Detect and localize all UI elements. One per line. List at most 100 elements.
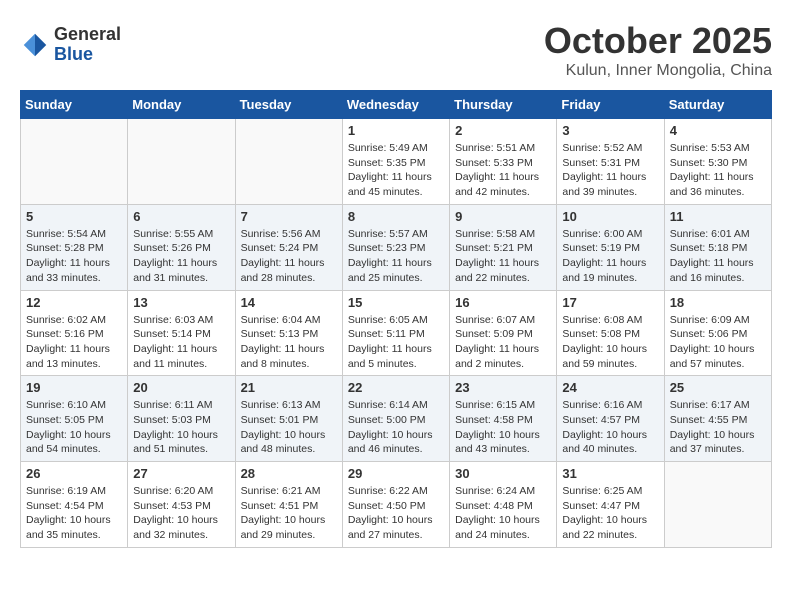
day-info: Sunrise: 6:01 AM Sunset: 5:18 PM Dayligh… xyxy=(670,227,766,286)
day-info: Sunrise: 5:57 AM Sunset: 5:23 PM Dayligh… xyxy=(348,227,444,286)
calendar-day: 7 Sunrise: 5:56 AM Sunset: 5:24 PM Daylig… xyxy=(235,204,342,290)
day-number: 8 xyxy=(348,209,444,224)
day-number: 29 xyxy=(348,466,444,481)
day-info: Sunrise: 6:17 AM Sunset: 4:55 PM Dayligh… xyxy=(670,398,766,457)
day-info: Sunrise: 6:13 AM Sunset: 5:01 PM Dayligh… xyxy=(241,398,337,457)
day-number: 5 xyxy=(26,209,122,224)
calendar-day xyxy=(21,119,128,205)
day-info: Sunrise: 6:24 AM Sunset: 4:48 PM Dayligh… xyxy=(455,484,551,543)
day-number: 12 xyxy=(26,295,122,310)
calendar-day: 5 Sunrise: 5:54 AM Sunset: 5:28 PM Daylig… xyxy=(21,204,128,290)
day-info: Sunrise: 5:56 AM Sunset: 5:24 PM Dayligh… xyxy=(241,227,337,286)
day-info: Sunrise: 6:25 AM Sunset: 4:47 PM Dayligh… xyxy=(562,484,658,543)
day-number: 25 xyxy=(670,380,766,395)
calendar-day: 21 Sunrise: 6:13 AM Sunset: 5:01 PM Dayli… xyxy=(235,376,342,462)
calendar-day: 9 Sunrise: 5:58 AM Sunset: 5:21 PM Daylig… xyxy=(450,204,557,290)
logo: General Blue xyxy=(20,25,121,65)
calendar-day: 2Sunrise: 5:51 AM Sunset: 5:33 PM Daylig… xyxy=(450,119,557,205)
day-info: Sunrise: 6:20 AM Sunset: 4:53 PM Dayligh… xyxy=(133,484,229,543)
calendar-day xyxy=(664,462,771,548)
day-info: Sunrise: 6:15 AM Sunset: 4:58 PM Dayligh… xyxy=(455,398,551,457)
calendar-day: 1 Sunrise: 5:49 AM Sunset: 5:35 PM Daylig… xyxy=(342,119,449,205)
day-number: 26 xyxy=(26,466,122,481)
day-info: Sunrise: 6:08 AM Sunset: 5:08 PM Dayligh… xyxy=(562,313,658,372)
day-info: Sunrise: 6:03 AM Sunset: 5:14 PM Dayligh… xyxy=(133,313,229,372)
calendar-day: 11 Sunrise: 6:01 AM Sunset: 5:18 PM Dayli… xyxy=(664,204,771,290)
day-number: 10 xyxy=(562,209,658,224)
calendar-day: 15Sunrise: 6:05 AM Sunset: 5:11 PM Dayli… xyxy=(342,290,449,376)
calendar-day: 10 Sunrise: 6:00 AM Sunset: 5:19 PM Dayli… xyxy=(557,204,664,290)
calendar-day: 31 Sunrise: 6:25 AM Sunset: 4:47 PM Dayli… xyxy=(557,462,664,548)
day-info: Sunrise: 6:21 AM Sunset: 4:51 PM Dayligh… xyxy=(241,484,337,543)
logo-text: General Blue xyxy=(54,25,121,65)
day-info: Sunrise: 6:19 AM Sunset: 4:54 PM Dayligh… xyxy=(26,484,122,543)
day-info: Sunrise: 5:54 AM Sunset: 5:28 PM Dayligh… xyxy=(26,227,122,286)
calendar-day: 29 Sunrise: 6:22 AM Sunset: 4:50 PM Dayli… xyxy=(342,462,449,548)
day-info: Sunrise: 5:49 AM Sunset: 5:35 PM Dayligh… xyxy=(348,141,444,200)
calendar-day: 28Sunrise: 6:21 AM Sunset: 4:51 PM Dayli… xyxy=(235,462,342,548)
calendar-table: SundayMondayTuesdayWednesdayThursdayFrid… xyxy=(20,90,772,548)
header-wednesday: Wednesday xyxy=(342,91,449,119)
day-number: 6 xyxy=(133,209,229,224)
day-info: Sunrise: 5:58 AM Sunset: 5:21 PM Dayligh… xyxy=(455,227,551,286)
header-friday: Friday xyxy=(557,91,664,119)
day-info: Sunrise: 6:14 AM Sunset: 5:00 PM Dayligh… xyxy=(348,398,444,457)
calendar-week-3: 12 Sunrise: 6:02 AM Sunset: 5:16 PM Dayli… xyxy=(21,290,772,376)
calendar-header-row: SundayMondayTuesdayWednesdayThursdayFrid… xyxy=(21,91,772,119)
day-info: Sunrise: 6:07 AM Sunset: 5:09 PM Dayligh… xyxy=(455,313,551,372)
calendar-week-4: 19 Sunrise: 6:10 AM Sunset: 5:05 PM Dayli… xyxy=(21,376,772,462)
day-number: 18 xyxy=(670,295,766,310)
day-number: 31 xyxy=(562,466,658,481)
day-number: 21 xyxy=(241,380,337,395)
day-number: 22 xyxy=(348,380,444,395)
logo-blue-text: Blue xyxy=(54,45,121,65)
day-number: 24 xyxy=(562,380,658,395)
calendar-day: 22 Sunrise: 6:14 AM Sunset: 5:00 PM Dayli… xyxy=(342,376,449,462)
calendar-subtitle: Kulun, Inner Mongolia, China xyxy=(544,62,772,80)
calendar-day: 23Sunrise: 6:15 AM Sunset: 4:58 PM Dayli… xyxy=(450,376,557,462)
logo-general: General xyxy=(54,25,121,45)
calendar-day: 6Sunrise: 5:55 AM Sunset: 5:26 PM Daylig… xyxy=(128,204,235,290)
title-section: October 2025 Kulun, Inner Mongolia, Chin… xyxy=(544,20,772,80)
calendar-day: 30Sunrise: 6:24 AM Sunset: 4:48 PM Dayli… xyxy=(450,462,557,548)
header-tuesday: Tuesday xyxy=(235,91,342,119)
header-saturday: Saturday xyxy=(664,91,771,119)
header-sunday: Sunday xyxy=(21,91,128,119)
calendar-week-1: 1 Sunrise: 5:49 AM Sunset: 5:35 PM Daylig… xyxy=(21,119,772,205)
day-number: 14 xyxy=(241,295,337,310)
day-info: Sunrise: 6:16 AM Sunset: 4:57 PM Dayligh… xyxy=(562,398,658,457)
day-number: 7 xyxy=(241,209,337,224)
calendar-day: 17 Sunrise: 6:08 AM Sunset: 5:08 PM Dayli… xyxy=(557,290,664,376)
calendar-day: 25 Sunrise: 6:17 AM Sunset: 4:55 PM Dayli… xyxy=(664,376,771,462)
day-number: 2 xyxy=(455,123,551,138)
calendar-day: 4 Sunrise: 5:53 AM Sunset: 5:30 PM Daylig… xyxy=(664,119,771,205)
calendar-day: 27Sunrise: 6:20 AM Sunset: 4:53 PM Dayli… xyxy=(128,462,235,548)
calendar-day: 3Sunrise: 5:52 AM Sunset: 5:31 PM Daylig… xyxy=(557,119,664,205)
day-number: 11 xyxy=(670,209,766,224)
calendar-day xyxy=(128,119,235,205)
logo-icon xyxy=(20,30,50,60)
calendar-week-5: 26 Sunrise: 6:19 AM Sunset: 4:54 PM Dayli… xyxy=(21,462,772,548)
calendar-day: 13 Sunrise: 6:03 AM Sunset: 5:14 PM Dayli… xyxy=(128,290,235,376)
day-number: 17 xyxy=(562,295,658,310)
calendar-day xyxy=(235,119,342,205)
day-info: Sunrise: 5:52 AM Sunset: 5:31 PM Dayligh… xyxy=(562,141,658,200)
calendar-title: October 2025 xyxy=(544,20,772,62)
day-number: 9 xyxy=(455,209,551,224)
header: General Blue October 2025 Kulun, Inner M… xyxy=(20,20,772,80)
calendar-day: 12 Sunrise: 6:02 AM Sunset: 5:16 PM Dayli… xyxy=(21,290,128,376)
header-monday: Monday xyxy=(128,91,235,119)
day-info: Sunrise: 6:10 AM Sunset: 5:05 PM Dayligh… xyxy=(26,398,122,457)
day-info: Sunrise: 6:00 AM Sunset: 5:19 PM Dayligh… xyxy=(562,227,658,286)
day-info: Sunrise: 6:02 AM Sunset: 5:16 PM Dayligh… xyxy=(26,313,122,372)
day-info: Sunrise: 6:11 AM Sunset: 5:03 PM Dayligh… xyxy=(133,398,229,457)
day-number: 4 xyxy=(670,123,766,138)
day-info: Sunrise: 6:04 AM Sunset: 5:13 PM Dayligh… xyxy=(241,313,337,372)
calendar-day: 16Sunrise: 6:07 AM Sunset: 5:09 PM Dayli… xyxy=(450,290,557,376)
day-info: Sunrise: 5:53 AM Sunset: 5:30 PM Dayligh… xyxy=(670,141,766,200)
day-number: 13 xyxy=(133,295,229,310)
day-number: 19 xyxy=(26,380,122,395)
day-number: 1 xyxy=(348,123,444,138)
calendar-day: 24 Sunrise: 6:16 AM Sunset: 4:57 PM Dayli… xyxy=(557,376,664,462)
day-info: Sunrise: 6:22 AM Sunset: 4:50 PM Dayligh… xyxy=(348,484,444,543)
